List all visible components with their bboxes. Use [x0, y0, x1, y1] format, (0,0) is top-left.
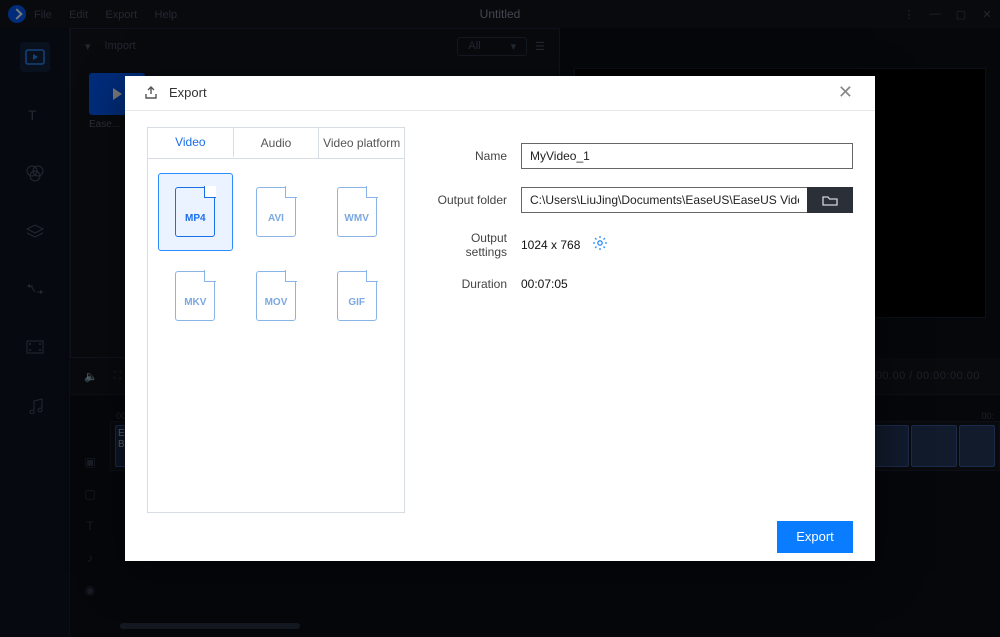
format-grid: MP4 AVI WMV MKV MOV GIF	[147, 158, 405, 513]
settings-gear-button[interactable]	[592, 235, 608, 254]
name-label: Name	[429, 149, 521, 163]
gear-icon	[592, 235, 608, 251]
tab-audio[interactable]: Audio	[234, 128, 320, 158]
close-dialog-button[interactable]: ✕	[834, 78, 857, 107]
format-avi[interactable]: AVI	[239, 173, 314, 251]
browse-folder-button[interactable]	[807, 187, 853, 213]
duration-value: 00:07:05	[521, 277, 568, 291]
format-mkv[interactable]: MKV	[158, 257, 233, 335]
output-folder-label: Output folder	[429, 193, 521, 207]
tab-video-platform[interactable]: Video platform	[319, 128, 404, 158]
export-dialog: Export ✕ Video Audio Video platform MP4 …	[125, 76, 875, 561]
format-gif[interactable]: GIF	[319, 257, 394, 335]
duration-label: Duration	[429, 277, 521, 291]
format-wmv[interactable]: WMV	[319, 173, 394, 251]
name-input[interactable]	[521, 143, 853, 169]
dialog-title: Export	[169, 85, 207, 100]
export-button[interactable]: Export	[777, 521, 853, 553]
folder-icon	[822, 194, 838, 206]
output-settings-value: 1024 x 768	[521, 238, 580, 252]
output-settings-label: Output settings	[429, 231, 521, 259]
format-mov[interactable]: MOV	[239, 257, 314, 335]
output-folder-input[interactable]	[521, 187, 807, 213]
format-mp4[interactable]: MP4	[158, 173, 233, 251]
export-icon	[143, 85, 159, 101]
tab-video[interactable]: Video	[148, 128, 234, 158]
